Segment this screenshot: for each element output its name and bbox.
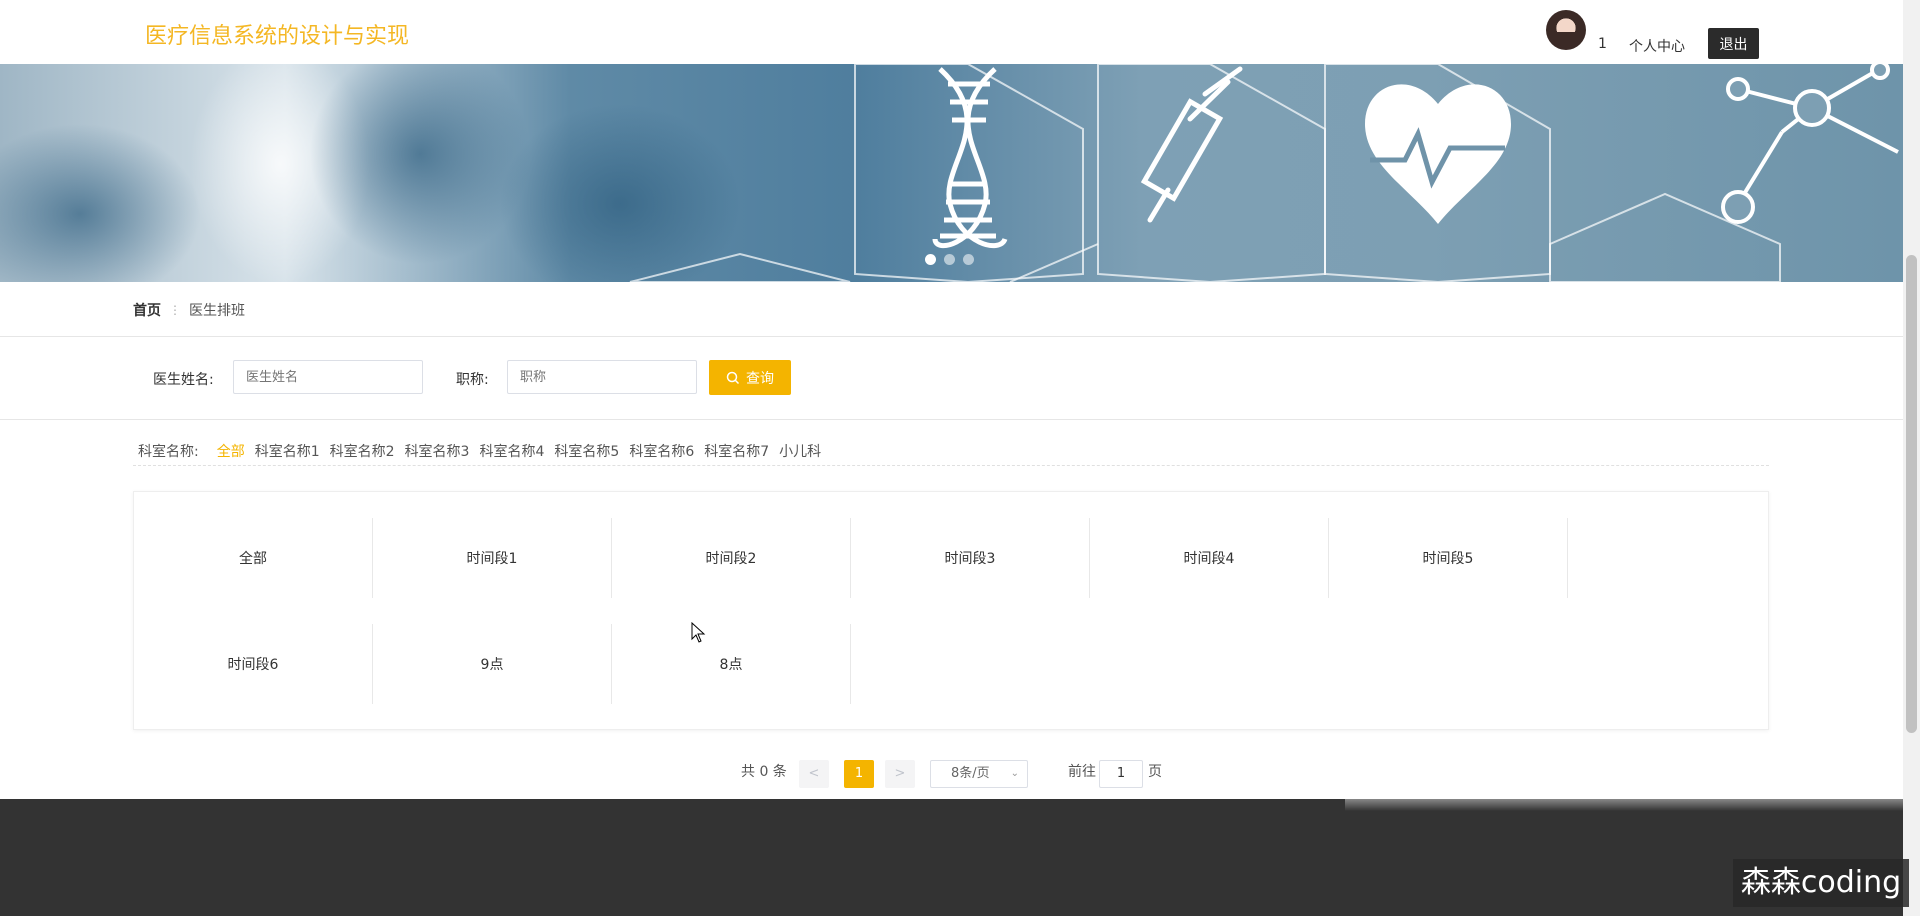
doctor-name-input[interactable]: [233, 360, 423, 394]
time-slot-2[interactable]: 时间段2: [612, 518, 851, 598]
divider: [0, 419, 1903, 420]
carousel-dot-3[interactable]: [963, 254, 974, 265]
pagination-total: 共 0 条: [741, 764, 787, 780]
department-item-5[interactable]: 科室名称5: [554, 441, 619, 461]
breadcrumb-current: 医生排班: [189, 303, 245, 319]
chevron-down-icon: ⌄: [1010, 768, 1019, 779]
divider: [0, 336, 1903, 337]
time-slot-label: 时间段2: [705, 551, 757, 567]
goto-page-input[interactable]: 1: [1099, 760, 1143, 788]
time-slot-all[interactable]: 全部: [134, 518, 373, 598]
department-item-4[interactable]: 科室名称4: [479, 441, 544, 461]
time-slot-label: 时间段5: [1422, 551, 1474, 567]
page-number-current[interactable]: 1: [844, 760, 874, 788]
time-slot-5[interactable]: 时间段5: [1329, 518, 1568, 598]
time-slot-label: 8点: [719, 657, 743, 673]
time-slot-label: 时间段6: [227, 657, 279, 673]
goto-label: 前往: [1068, 764, 1096, 780]
department-filter: 科室名称: 全部 科室名称1 科室名称2 科室名称3 科室名称4 科室名称5 科…: [138, 441, 821, 461]
department-item-1[interactable]: 科室名称1: [255, 441, 320, 461]
page-suffix: 页: [1148, 764, 1162, 780]
job-title-input[interactable]: [507, 360, 697, 394]
time-slot-label: 全部: [239, 551, 267, 567]
search-icon: [726, 371, 740, 384]
site-title[interactable]: 医疗信息系统的设计与实现: [145, 18, 409, 50]
time-slot-label: 时间段3: [944, 551, 996, 567]
search-button-label: 查询: [746, 369, 774, 386]
watermark: 森森coding: [1733, 859, 1909, 907]
scrollbar-thumb[interactable]: [1906, 255, 1917, 733]
medical-banner-illustration: [0, 64, 1899, 282]
department-filter-label: 科室名称:: [138, 444, 199, 460]
time-slot-grid: 全部 时间段1 时间段2 时间段3 时间段4 时间段5 时间段6 9点 8点: [133, 491, 1769, 730]
department-item-7[interactable]: 科室名称7: [704, 441, 769, 461]
time-slot-label: 时间段4: [1183, 551, 1235, 567]
job-title-label: 职称:: [456, 372, 489, 388]
time-slot-9[interactable]: 9点: [373, 624, 612, 704]
next-page-button[interactable]: >: [885, 760, 915, 788]
time-slot-3[interactable]: 时间段3: [851, 518, 1090, 598]
carousel-dot-2[interactable]: [944, 254, 955, 265]
doctor-name-label: 医生姓名:: [153, 372, 214, 388]
breadcrumb: 首页 ⋮ 医生排班: [133, 300, 245, 320]
department-item-pediatrics[interactable]: 小儿科: [779, 441, 821, 461]
page-size-select[interactable]: 8条/页 ⌄: [930, 760, 1028, 788]
department-item-2[interactable]: 科室名称2: [330, 441, 395, 461]
search-button[interactable]: 查询: [709, 360, 791, 395]
username: 1: [1598, 36, 1607, 52]
breadcrumb-home[interactable]: 首页: [133, 300, 161, 320]
profile-link[interactable]: 个人中心: [1629, 36, 1685, 56]
logout-button[interactable]: 退出: [1708, 28, 1759, 59]
department-item-all[interactable]: 全部: [217, 441, 245, 461]
footer-overlay: [1345, 785, 1903, 811]
department-item-6[interactable]: 科室名称6: [629, 441, 694, 461]
hero-banner: [0, 64, 1903, 282]
carousel-indicators: [925, 254, 974, 265]
department-item-3[interactable]: 科室名称3: [405, 441, 470, 461]
footer: [0, 799, 1903, 916]
divider: [133, 465, 1769, 466]
top-header: 医疗信息系统的设计与实现 1 个人中心 退出: [0, 0, 1903, 64]
time-slot-label: 时间段1: [466, 551, 518, 567]
time-slot-4[interactable]: 时间段4: [1090, 518, 1329, 598]
time-slot-label: 9点: [480, 657, 504, 673]
time-slot-1[interactable]: 时间段1: [373, 518, 612, 598]
time-slot-6[interactable]: 时间段6: [134, 624, 373, 704]
prev-page-button[interactable]: <: [799, 760, 829, 788]
mouse-cursor-icon: [691, 622, 706, 643]
breadcrumb-separator-icon: ⋮: [169, 303, 181, 317]
carousel-dot-1[interactable]: [925, 254, 936, 265]
page-size-value: 8条/页: [951, 766, 990, 781]
user-avatar[interactable]: [1546, 10, 1586, 50]
time-slot-8[interactable]: 8点: [612, 624, 851, 704]
